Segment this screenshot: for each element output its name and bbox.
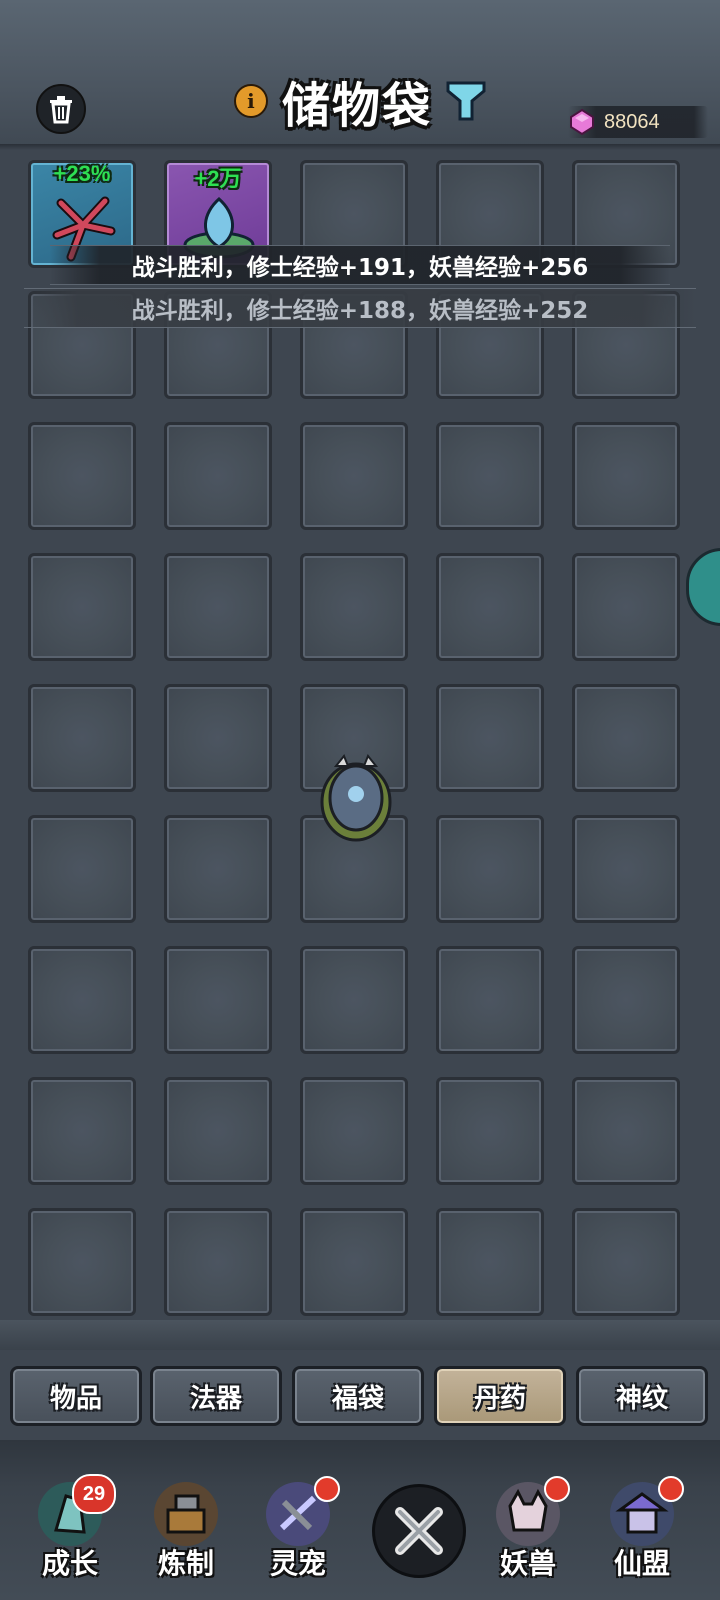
floating-bag-icon[interactable]	[318, 752, 394, 844]
close-x-icon	[395, 1507, 443, 1555]
inventory-slot[interactable]	[572, 684, 680, 792]
inventory-slot[interactable]	[164, 1077, 272, 1185]
inventory-slot[interactable]	[28, 422, 136, 530]
tab-artifacts[interactable]: 法器	[150, 1366, 282, 1426]
inventory-slot[interactable]	[436, 553, 544, 661]
cloud-divider	[0, 1320, 720, 1350]
inventory-slot[interactable]	[572, 422, 680, 530]
nav-spirit-pet[interactable]: 灵宠	[248, 1476, 348, 1590]
inventory-slot[interactable]	[572, 946, 680, 1054]
nav-forge[interactable]: 炼制	[136, 1480, 236, 1590]
inventory-slot[interactable]	[572, 553, 680, 661]
nav-label: 妖兽	[499, 1547, 556, 1580]
tab-lucky-bags[interactable]: 福袋	[292, 1366, 424, 1426]
inventory-slot[interactable]	[164, 946, 272, 1054]
tab-items[interactable]: 物品	[10, 1366, 142, 1426]
currency-display: 88064	[568, 106, 708, 138]
tab-pills[interactable]: 丹药	[434, 1366, 566, 1426]
close-button[interactable]	[372, 1484, 466, 1578]
page-title: 储物袋	[281, 78, 432, 134]
battle-toast: 战斗胜利，修士经验+191，妖兽经验+256	[50, 245, 670, 285]
inventory-slot[interactable]	[436, 946, 544, 1054]
inventory-slot[interactable]	[164, 1208, 272, 1316]
inventory-slot[interactable]	[436, 1077, 544, 1185]
currency-value: 88064	[604, 110, 660, 133]
inventory-slot[interactable]	[28, 946, 136, 1054]
pink-gem-icon	[570, 108, 594, 136]
inventory-slot[interactable]	[164, 422, 272, 530]
nav-demon-beast[interactable]: 妖兽	[478, 1476, 578, 1590]
inventory-slot[interactable]	[436, 684, 544, 792]
category-tabs: 物品 法器 福袋 丹药 神纹	[0, 1366, 720, 1436]
info-icon[interactable]: i	[233, 84, 268, 118]
inventory-slot[interactable]	[572, 1077, 680, 1185]
inventory-slot[interactable]	[300, 1077, 408, 1185]
inventory-slot[interactable]	[164, 684, 272, 792]
forge-icon	[154, 1482, 218, 1546]
notification-badge: 29	[72, 1474, 116, 1514]
inventory-slot[interactable]	[164, 815, 272, 923]
notification-dot	[544, 1476, 570, 1502]
inventory-slot[interactable]	[572, 815, 680, 923]
nav-label: 仙盟	[613, 1547, 670, 1580]
inventory-slot[interactable]	[28, 1077, 136, 1185]
inventory-slot[interactable]	[436, 422, 544, 530]
nav-label: 灵宠	[269, 1547, 326, 1580]
inventory-slot[interactable]	[28, 1208, 136, 1316]
notification-dot	[658, 1476, 684, 1502]
nav-label: 炼制	[157, 1547, 214, 1580]
inventory-slot[interactable]	[300, 553, 408, 661]
nav-growth[interactable]: 29 成长	[20, 1474, 120, 1590]
inventory-slot[interactable]	[436, 1208, 544, 1316]
inventory-slot[interactable]	[28, 815, 136, 923]
filter-icon[interactable]	[446, 79, 486, 123]
inventory-slot[interactable]	[300, 1208, 408, 1316]
inventory-slot[interactable]	[164, 553, 272, 661]
item-bonus-badge: +23%	[53, 161, 111, 186]
inventory-slot[interactable]	[300, 422, 408, 530]
inventory-slot[interactable]	[28, 553, 136, 661]
nav-label: 成长	[41, 1547, 98, 1580]
inventory-slot[interactable]	[436, 815, 544, 923]
notification-dot	[314, 1476, 340, 1502]
tab-runes[interactable]: 神纹	[576, 1366, 708, 1426]
nav-immortal-alliance[interactable]: 仙盟	[592, 1476, 692, 1590]
inventory-slot[interactable]	[300, 946, 408, 1054]
side-tab[interactable]	[686, 548, 720, 626]
inventory-slot[interactable]	[572, 1208, 680, 1316]
battle-toast: 战斗胜利，修士经验+188，妖兽经验+252	[24, 288, 696, 328]
inventory-slot[interactable]	[28, 684, 136, 792]
